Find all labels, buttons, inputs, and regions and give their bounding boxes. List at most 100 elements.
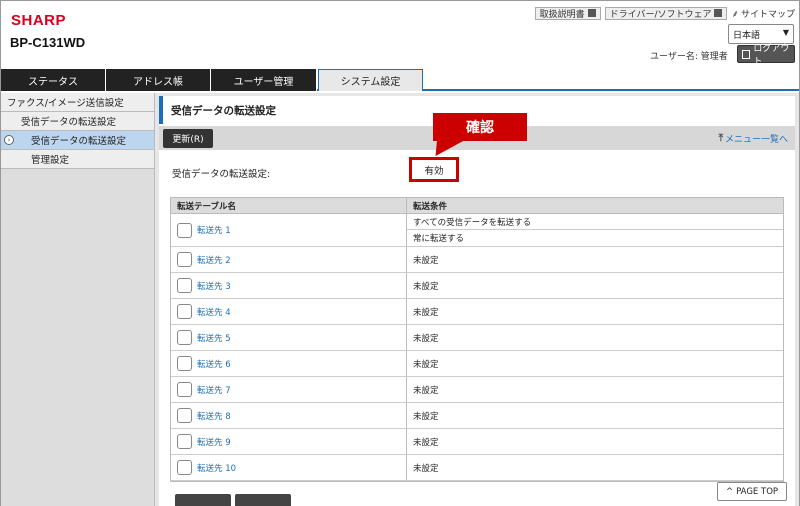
top-links: 取扱説明書 ドライバー/ソフトウェア ⸙ サイトマップ — [534, 6, 795, 20]
table-row: 転送先 5 未設定 — [171, 325, 783, 351]
tab-system-settings[interactable]: システム設定 — [318, 69, 423, 91]
table-cell-condition: すべての受信データを転送する 常に転送する — [407, 214, 783, 246]
table-row: 転送先 4 未設定 — [171, 299, 783, 325]
destination-link[interactable]: 転送先 4 — [197, 306, 231, 318]
forward-table: 転送テーブル名 転送条件 転送先 1 すべての受信データを転送する 常に転送する… — [170, 197, 784, 482]
tab-status[interactable]: ステータス — [1, 69, 106, 91]
driver-link-label: ドライバー/ソフトウェア — [609, 9, 712, 20]
header-condition: 転送条件 — [413, 201, 448, 212]
destination-link[interactable]: 転送先 2 — [197, 254, 231, 266]
table-cell-condition: 未設定 — [413, 307, 439, 318]
user-name: ユーザー名: 管理者 — [650, 52, 728, 62]
destination-link[interactable]: 転送先 6 — [197, 358, 231, 370]
page-top-button[interactable]: ^ PAGE TOP — [717, 482, 787, 501]
table-row: 転送先 1 すべての受信データを転送する 常に転送する — [171, 214, 783, 247]
table-header: 転送テーブル名 転送条件 — [171, 198, 783, 214]
row-checkbox[interactable] — [177, 408, 192, 423]
destination-link[interactable]: 転送先 7 — [197, 384, 231, 396]
external-link-icon — [714, 9, 723, 17]
header-table-name: 転送テーブル名 — [171, 198, 407, 213]
table-cell-condition: 未設定 — [413, 359, 439, 370]
destination-link[interactable]: 転送先 9 — [197, 436, 231, 448]
manual-link-label: 取扱説明書 — [539, 9, 585, 20]
chevron-down-icon: ▼ — [782, 28, 789, 37]
manual-link[interactable]: 取扱説明書 — [534, 6, 601, 20]
row-checkbox[interactable] — [177, 434, 192, 449]
forward-setting-value: 有効 — [409, 157, 459, 182]
table-cell-condition: 未設定 — [413, 463, 439, 474]
table-row: 転送先 9 未設定 — [171, 429, 783, 455]
table-cell-name: 転送先 9 — [171, 429, 407, 454]
table-cell-name: 転送先 10 — [171, 455, 407, 480]
sitemap-icon: ⸙ — [731, 9, 739, 20]
condition-line: すべての受信データを転送する — [407, 214, 783, 230]
sidebar-item-admin-settings[interactable]: 管理設定 — [1, 150, 154, 169]
table-cell-condition: 未設定 — [413, 281, 439, 292]
main-tabs: ステータス アドレス帳 ユーザー管理 システム設定 — [1, 69, 799, 91]
table-cell-name: 転送先 5 — [171, 325, 407, 350]
logout-label: ログアウト — [753, 44, 790, 67]
header: SHARP BP-C131WD 取扱説明書 ドライバー/ソフトウェア ⸙ サイト… — [1, 1, 799, 69]
table-cell-name: 転送先 3 — [171, 273, 407, 298]
row-checkbox[interactable] — [177, 330, 192, 345]
table-cell-name: 転送先 4 — [171, 299, 407, 324]
condition-line: 常に転送する — [413, 234, 465, 244]
row-checkbox[interactable] — [177, 356, 192, 371]
forward-setting-label: 受信データの転送設定: — [172, 169, 271, 180]
sidebar-item-forward-settings-selected[interactable]: › 受信データの転送設定 — [1, 131, 154, 150]
callout-pointer — [429, 140, 465, 156]
sidebar-item-label: 受信データの転送設定 — [31, 136, 127, 147]
menu-list-link[interactable]: ⤒ メニュー一覧へ — [719, 132, 788, 145]
language-value: 日本語 — [733, 31, 761, 41]
table-cell-name: 転送先 1 — [171, 214, 407, 246]
logout-button[interactable]: ログアウト — [737, 44, 795, 67]
settings-panel: 受信データの転送設定 更新(R) ⤒ メニュー一覧へ 受信データの転送設定: 確… — [159, 96, 795, 506]
table-row: 転送先 3 未設定 — [171, 273, 783, 299]
row-checkbox[interactable] — [177, 460, 192, 475]
table-cell-name: 転送先 6 — [171, 351, 407, 376]
menu-link-label: メニュー一覧へ — [724, 135, 788, 145]
chevron-up-icon: ^ — [725, 486, 734, 497]
destination-link[interactable]: 転送先 1 — [197, 224, 231, 236]
confirm-callout: 確認 — [433, 113, 527, 141]
main-content: 受信データの転送設定 更新(R) ⤒ メニュー一覧へ 受信データの転送設定: 確… — [155, 93, 799, 506]
table-row: 転送先 2 未設定 — [171, 247, 783, 273]
bottom-button[interactable] — [235, 494, 291, 506]
external-link-icon — [587, 9, 596, 17]
table-row: 転送先 6 未設定 — [171, 351, 783, 377]
table-cell-condition: 未設定 — [413, 411, 439, 422]
bottom-button[interactable] — [175, 494, 231, 506]
sidebar: ファクス/イメージ送信設定 受信データの転送設定 › 受信データの転送設定 管理… — [1, 93, 155, 506]
row-checkbox[interactable] — [177, 252, 192, 267]
table-cell-condition: 未設定 — [413, 333, 439, 344]
tab-user-management[interactable]: ユーザー管理 — [211, 69, 317, 91]
table-cell-condition: 未設定 — [413, 255, 439, 266]
arrow-up-icon: ⤒ — [718, 133, 723, 144]
driver-software-link[interactable]: ドライバー/ソフトウェア — [604, 6, 728, 20]
table-row: 転送先 7 未設定 — [171, 377, 783, 403]
tab-address-book[interactable]: アドレス帳 — [106, 69, 211, 91]
model-name: BP-C131WD — [10, 35, 86, 50]
table-cell-condition: 未設定 — [413, 385, 439, 396]
table-cell-name: 転送先 8 — [171, 403, 407, 428]
table-cell-name: 転送先 7 — [171, 377, 407, 402]
table-row: 転送先 8 未設定 — [171, 403, 783, 429]
destination-link[interactable]: 転送先 10 — [197, 462, 236, 474]
row-checkbox[interactable] — [177, 382, 192, 397]
row-checkbox[interactable] — [177, 278, 192, 293]
row-checkbox[interactable] — [177, 222, 192, 238]
row-checkbox[interactable] — [177, 304, 192, 319]
sidebar-item-forward-settings[interactable]: 受信データの転送設定 — [1, 112, 154, 131]
table-row: 転送先 10 未設定 — [171, 455, 783, 481]
destination-link[interactable]: 転送先 5 — [197, 332, 231, 344]
table-cell-condition: 未設定 — [413, 437, 439, 448]
sitemap-link[interactable]: ⸙ サイトマップ — [731, 6, 795, 20]
update-button[interactable]: 更新(R) — [163, 129, 213, 148]
destination-link[interactable]: 転送先 3 — [197, 280, 231, 292]
current-item-icon: › — [4, 135, 14, 145]
table-cell-name: 転送先 2 — [171, 247, 407, 272]
destination-link[interactable]: 転送先 8 — [197, 410, 231, 422]
sitemap-label: サイトマップ — [740, 9, 795, 20]
sidebar-item-fax-image-send[interactable]: ファクス/イメージ送信設定 — [1, 93, 154, 112]
bottom-action-buttons — [175, 494, 291, 506]
